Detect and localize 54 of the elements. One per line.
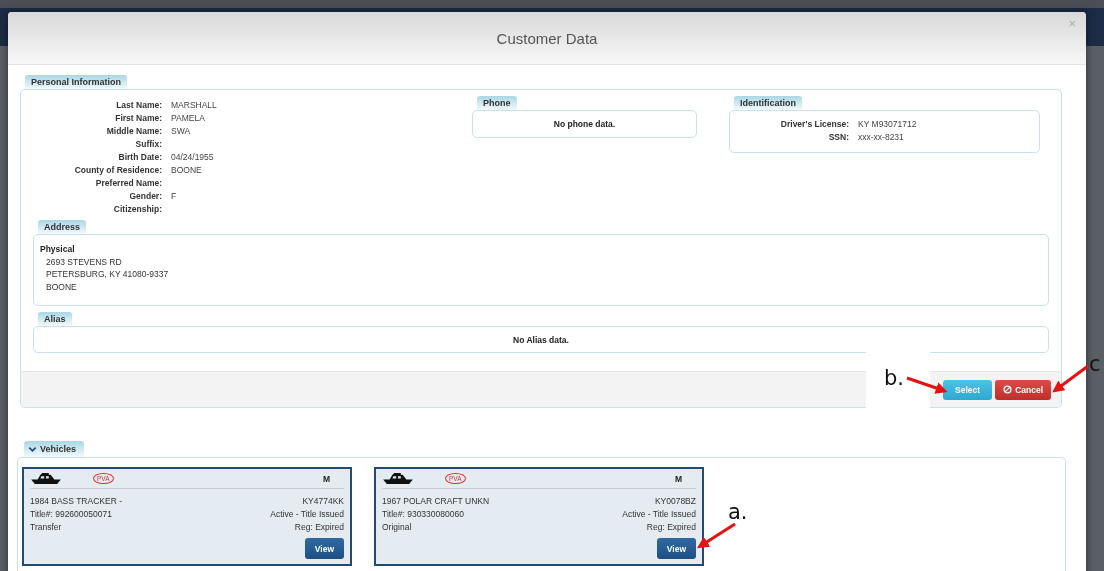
field-label: Birth Date:	[117, 151, 163, 164]
title-status: Active - Title Issued	[270, 508, 344, 521]
action-button[interactable]: Cancel	[995, 379, 1051, 400]
field-value: PAMELA	[171, 112, 205, 125]
field-label: SSN:	[827, 131, 850, 144]
field-label: Last Name:	[115, 99, 163, 112]
chevron-icon	[28, 445, 37, 454]
field-value: SWA	[171, 125, 191, 138]
field-label: Middle Name:	[105, 125, 163, 138]
transaction-type: Original	[382, 521, 412, 534]
section-tab[interactable]: Vehicles	[24, 441, 85, 457]
annotation-arrow	[1052, 364, 1089, 393]
annotation-label: a.	[728, 500, 748, 524]
title-number: Title#: 930330080060	[382, 508, 464, 521]
view-button[interactable]: View	[656, 538, 696, 559]
cancel-icon	[1003, 385, 1013, 394]
vehicle-description: 1967 POLAR CRAFT UNKN	[382, 495, 490, 508]
field-label: Suffix:	[134, 138, 163, 151]
field-label: Gender:	[128, 190, 163, 203]
view-button[interactable]: View	[304, 538, 344, 559]
vehicle-description: 1984 BASS TRACKER -	[30, 495, 122, 508]
title-status: Active - Title Issued	[622, 508, 696, 521]
title-number: Title#: 992600050071	[30, 508, 112, 521]
field-label: Preferred Name:	[94, 177, 163, 190]
field-value: KY M93071712	[858, 118, 917, 131]
registration-status: Reg: Expired	[294, 521, 344, 534]
empty-message: No phone data.	[553, 119, 616, 129]
field-label: First Name:	[114, 112, 163, 125]
field-label: Driver's License:	[779, 118, 850, 131]
registration-status: Reg: Expired	[646, 521, 696, 534]
annotation-arrow	[906, 376, 948, 394]
address-line: 2693 STEVENS RD	[45, 255, 122, 268]
annotation-arrow	[696, 522, 736, 549]
boat-icon	[382, 472, 414, 485]
vehicle-class: M	[322, 473, 330, 484]
field-value: xxx-xx-8231	[858, 131, 904, 144]
boat-icon	[30, 472, 62, 485]
field-value: MARSHALL	[171, 99, 217, 112]
address-line: BOONE	[45, 280, 77, 293]
annotation-label: c	[1089, 352, 1101, 376]
address-line: PETERSBURG, KY 41080-9337	[45, 268, 169, 281]
empty-message: No Alias data.	[513, 334, 569, 345]
vehicle-class: M	[674, 473, 682, 484]
field-value: F	[171, 190, 177, 203]
address-type: Physical	[40, 243, 75, 256]
window-title: Customer Data	[496, 29, 598, 47]
field-label: County of Residence:	[73, 164, 163, 177]
field-value: BOONE	[171, 164, 202, 177]
field-label: Citizenship:	[112, 203, 163, 216]
plate-number: KY0078BZ	[654, 495, 696, 508]
field-value: 04/24/1955	[171, 151, 214, 164]
plate-number: KY4774KK	[302, 495, 344, 508]
annotation-label: b.	[884, 366, 904, 390]
transaction-type: Transfer	[30, 521, 62, 534]
